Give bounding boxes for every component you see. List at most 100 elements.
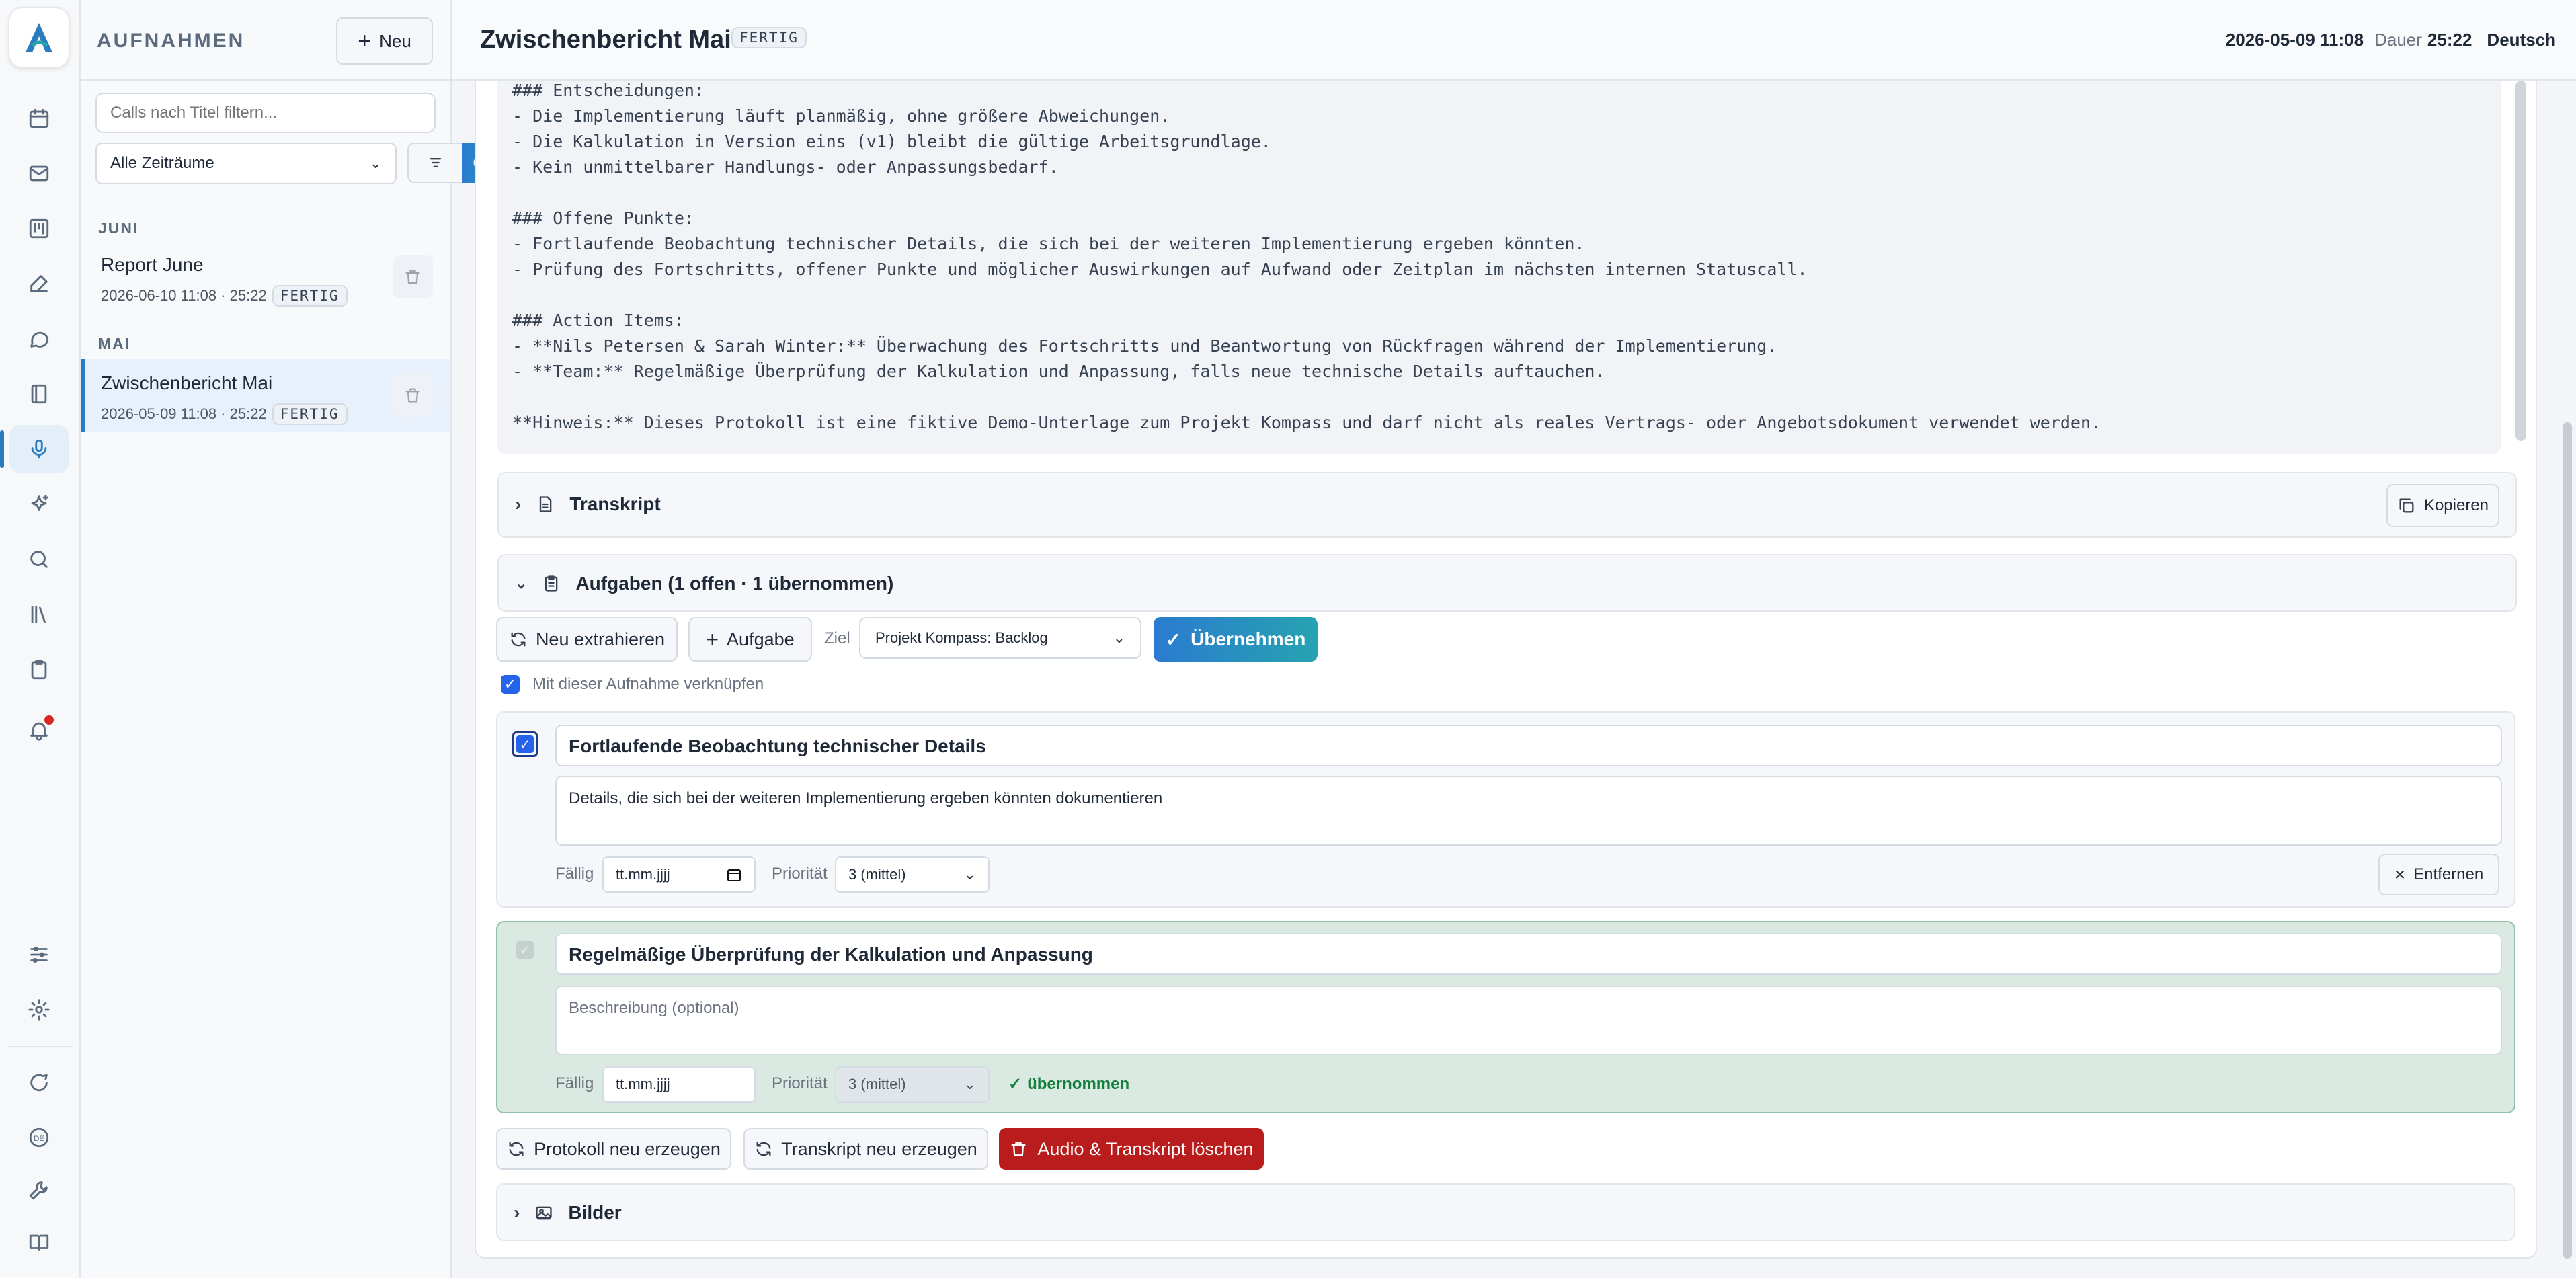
sliders-icon[interactable] [9,930,69,979]
status-badge: FERTIG [731,27,807,48]
calendar-icon[interactable] [9,94,69,143]
page-scrollbar[interactable] [2563,422,2572,1259]
images-section: › Bilder [496,1183,2515,1241]
notification-dot [44,715,54,725]
language-de-icon[interactable]: DE [9,1113,69,1162]
reextract-button[interactable]: Neu extrahieren [496,617,678,662]
trash-icon [405,270,420,284]
remove-task-button[interactable]: × Entfernen [2378,854,2499,895]
accept-label: Übernehmen [1191,629,1306,649]
sparkles-icon[interactable] [9,480,69,528]
link-recording-checkbox[interactable]: ✓ [501,675,520,694]
task-title-input[interactable]: Fortlaufende Beobachtung technischer Det… [555,725,2502,766]
delete-recording-button[interactable] [393,374,433,417]
status-badge: FERTIG [272,285,348,307]
add-task-button[interactable]: + Aufgabe [688,617,812,662]
library-icon[interactable] [9,590,69,639]
link-recording-label: Mit dieser Aufnahme verknüpfen [532,675,764,693]
recording-title: Report June [101,254,204,275]
new-recording-button[interactable]: + Neu [336,17,433,65]
task-title-input[interactable]: Regelmäßige Überprüfung der Kalkulation … [555,933,2502,975]
recording-duration: 25:22 [2427,30,2472,50]
task-select-checkbox[interactable]: ✓ [512,731,538,757]
check-icon: ✓ [1008,1075,1022,1093]
image-icon [536,1206,552,1220]
refresh-icon [756,1142,771,1156]
sidebar-header: AUFNAHMEN + Neu [81,0,452,81]
chevron-right-icon: › [514,1202,520,1223]
chevron-right-icon: › [515,493,522,514]
status-badge: FERTIG [272,403,348,425]
check-icon: ✓ [1165,629,1182,650]
chat-icon[interactable] [9,315,69,363]
images-title: Bilder [568,1202,622,1223]
trash-icon [1011,1142,1026,1156]
sort-order-button[interactable] [407,143,464,183]
target-label: Ziel [824,629,850,647]
period-select[interactable]: Alle Zeiträume ⌄ [95,143,397,184]
due-label: Fällig [555,865,594,883]
task-select-checkbox-disabled: ✓ [516,941,534,959]
recordings-sidebar: AUFNAHMEN + Neu Alle Zeiträume ⌄ JUNI Re… [81,0,516,1278]
recording-language: Deutsch [2487,30,2556,50]
transcript-toggle[interactable]: › Transkript [515,493,661,515]
remove-task-label: Entfernen [2413,865,2484,883]
regenerate-transcript-label: Transkript neu erzeugen [781,1138,977,1159]
task-card-accepted: ✓ Regelmäßige Überprüfung der Kalkulatio… [496,921,2515,1113]
clipboard-icon [545,575,558,592]
tasks-title: Aufgaben (1 offen · 1 übernommen) [575,573,894,594]
accept-tasks-button[interactable]: ✓ Übernehmen [1154,617,1318,662]
protocol-body: ### Entscheidungen: - Die Implementierun… [512,81,2101,432]
page-title: Zwischenbericht Mai [480,26,731,54]
recording-meta: 2026-05-09 11:08 · 25:22 FERTIG [101,403,348,425]
group-label-juni: JUNI [98,219,139,237]
task-description-input[interactable]: Beschreibung (optional) [555,986,2502,1055]
search-icon[interactable] [9,535,69,584]
recording-meta: 2026-06-10 11:08 · 25:22 FERTIG [101,285,348,307]
plus-icon: + [706,627,719,651]
clipboard-icon[interactable] [9,645,69,694]
duration-label: Dauer [2374,30,2422,50]
board-icon[interactable] [9,204,69,253]
bell-icon[interactable] [9,706,69,754]
chevron-down-icon: ⌄ [963,1076,976,1092]
new-recording-label: Neu [379,30,411,51]
recording-item-active[interactable]: Zwischenbericht Mai 2026-05-09 11:08 · 2… [81,359,450,432]
recording-item[interactable]: Report June 2026-06-10 11:08 · 25:22 FER… [81,241,450,313]
copy-label: Kopieren [2423,496,2489,514]
target-select[interactable]: Projekt Kompass: Backlog ⌄ [859,617,1141,659]
notebook-icon[interactable] [9,370,69,418]
protocol-scrollbar[interactable] [2515,81,2526,441]
wrench-icon[interactable] [9,1166,69,1214]
mail-icon[interactable] [9,149,69,198]
refresh-icon [509,1142,524,1156]
sort-lines-icon [430,158,442,167]
target-select-value: Projekt Kompass: Backlog [875,629,1048,646]
delete-audio-transcript-button[interactable]: Audio & Transkript löschen [999,1128,1264,1170]
group-label-mai: MAI [98,335,131,352]
tasks-section-header: ⌄ Aufgaben (1 offen · 1 übernommen) [497,554,2517,612]
svg-text:DE: DE [34,1135,44,1143]
feedback-icon[interactable] [9,1060,69,1108]
priority-select[interactable]: 3 (mittel) ⌄ [835,856,990,893]
regenerate-transcript-button[interactable]: Transkript neu erzeugen [743,1128,988,1170]
microphone-icon[interactable] [0,425,69,473]
images-toggle[interactable]: › Bilder [514,1202,622,1224]
due-date-input[interactable]: tt.mm.jjjj [602,856,756,893]
copy-transcript-button[interactable]: Kopieren [2386,484,2499,527]
gear-icon[interactable] [9,986,69,1034]
due-date-value: tt.mm.jjjj [616,866,670,883]
filter-input[interactable] [95,93,436,133]
rail-divider [8,1046,73,1047]
task-description-input[interactable]: Details, die sich bei der weiteren Imple… [555,776,2502,846]
protocol-text[interactable]: ### Entscheidungen: - Die Implementierun… [497,81,2501,454]
edit-icon[interactable] [9,259,69,308]
book-icon[interactable] [9,1218,69,1267]
regenerate-protocol-button[interactable]: Protokoll neu erzeugen [496,1128,731,1170]
app-logo[interactable] [8,7,70,69]
due-date-input[interactable]: tt.mm.jjjj [602,1066,756,1103]
delete-recording-button[interactable] [393,255,433,298]
add-task-label: Aufgabe [727,629,795,649]
tasks-toggle[interactable]: ⌄ Aufgaben (1 offen · 1 übernommen) [515,573,893,594]
document-icon [540,496,552,512]
